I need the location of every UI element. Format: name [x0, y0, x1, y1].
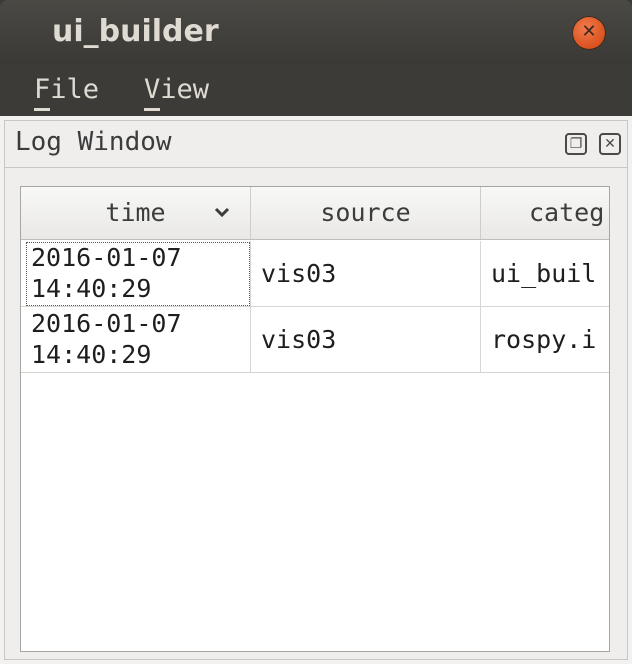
cell-source[interactable]: vis03 — [251, 307, 481, 373]
column-header-source[interactable]: source — [251, 187, 481, 239]
window-close-button[interactable]: ✕ — [572, 16, 606, 50]
column-header-category[interactable]: categ — [481, 187, 609, 239]
menu-file-mnemonic — [34, 108, 50, 111]
table-row[interactable]: 2016-01-07 14:40:29 vis03 ui_buil — [21, 241, 609, 307]
column-label: time — [105, 198, 166, 227]
time-clock: 14:40:29 — [31, 274, 152, 303]
column-label: categ — [529, 198, 605, 227]
close-icon: ✕ — [581, 21, 597, 42]
chevron-down-icon — [214, 207, 230, 218]
log-window-dock: Log Window ❐ ✕ time source categ 2016-01… — [0, 116, 632, 664]
column-header-time[interactable]: time — [21, 187, 251, 239]
dock-header[interactable]: Log Window ❐ ✕ — [4, 120, 628, 168]
cell-source[interactable]: vis03 — [251, 241, 481, 307]
float-icon: ❐ — [569, 136, 583, 152]
menu-view-mnemonic — [144, 108, 160, 111]
menu-view[interactable]: View — [144, 74, 209, 105]
window-title: ui_builder — [52, 14, 219, 49]
cell-time[interactable]: 2016-01-07 14:40:29 — [25, 307, 251, 373]
dock-title: Log Window — [15, 127, 172, 157]
cell-time[interactable]: 2016-01-07 14:40:29 — [25, 241, 251, 307]
column-label: source — [320, 198, 411, 227]
menu-file[interactable]: File — [34, 74, 99, 105]
table-row[interactable]: 2016-01-07 14:40:29 vis03 rospy.i — [21, 307, 609, 373]
cell-category[interactable]: ui_buil — [481, 241, 609, 307]
table-header: time source categ — [21, 187, 609, 240]
time-date: 2016-01-07 — [31, 309, 182, 338]
time-clock: 14:40:29 — [31, 340, 152, 369]
dock-float-button[interactable]: ❐ — [565, 133, 587, 155]
cell-category[interactable]: rospy.i — [481, 307, 609, 373]
close-icon: ✕ — [604, 136, 616, 152]
menu-bar: File View — [0, 64, 632, 116]
log-table[interactable]: time source categ 2016-01-07 14:40:29 vi… — [20, 186, 610, 652]
time-date: 2016-01-07 — [31, 243, 182, 272]
title-bar: ui_builder ✕ — [0, 0, 632, 64]
dock-close-button[interactable]: ✕ — [599, 133, 621, 155]
